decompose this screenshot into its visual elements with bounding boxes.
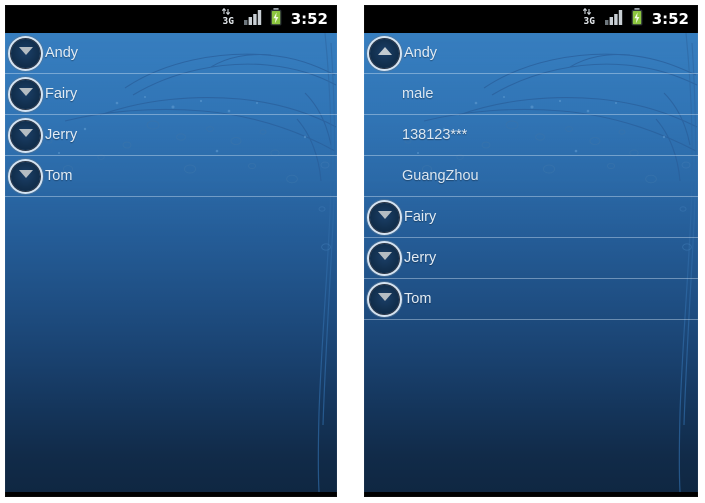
phone-expanded: 3G 3:52 Andy male 138123*** GuangZhou Fa…	[364, 5, 698, 497]
phone-screen-right: Andy male 138123*** GuangZhou Fairy Jerr…	[364, 33, 698, 492]
status-bar-right: 3G 3:52	[364, 5, 698, 33]
group-label: Jerry	[404, 249, 437, 266]
list-group-row[interactable]: Andy	[5, 33, 337, 74]
chevron-down-circle-icon[interactable]	[11, 161, 40, 191]
status-bar-clock: 3:52	[290, 9, 328, 28]
group-label: Tom	[404, 290, 432, 307]
list-group-row[interactable]: Fairy	[364, 197, 698, 238]
screenshot-canvas: 3G 3:52 Andy Fairy Jerry Tom 3G 3:52 And…	[0, 0, 705, 503]
group-label: Andy	[45, 44, 79, 61]
3g-data-icon: 3G	[221, 7, 237, 31]
list-child-row[interactable]: GuangZhou	[364, 156, 698, 197]
signal-bars-icon	[604, 9, 624, 30]
chevron-down-circle-icon[interactable]	[11, 79, 40, 109]
list-group-row[interactable]: Tom	[5, 156, 337, 197]
svg-text:3G: 3G	[583, 16, 595, 26]
phone-collapsed: 3G 3:52 Andy Fairy Jerry Tom	[5, 5, 337, 497]
group-label: Fairy	[45, 85, 78, 102]
status-bar-clock: 3:52	[651, 9, 689, 28]
list-group-row[interactable]: Jerry	[364, 238, 698, 279]
chevron-up-circle-icon[interactable]	[370, 38, 399, 68]
list-group-row[interactable]: Fairy	[5, 74, 337, 115]
battery-charging-icon	[270, 7, 282, 31]
phone-screen-left: Andy Fairy Jerry Tom	[5, 33, 337, 492]
3g-data-icon: 3G	[582, 7, 598, 31]
group-label: Fairy	[404, 208, 437, 225]
group-label: Tom	[45, 167, 73, 184]
list-group-row[interactable]: Andy	[364, 33, 698, 74]
list-child-row[interactable]: male	[364, 74, 698, 115]
battery-charging-icon	[631, 7, 643, 31]
chevron-down-circle-icon[interactable]	[370, 202, 399, 232]
svg-text:3G: 3G	[222, 16, 234, 26]
group-label: Jerry	[45, 126, 78, 143]
group-label: Andy	[404, 44, 438, 61]
expandable-list-right[interactable]: Andy male 138123*** GuangZhou Fairy Jerr…	[364, 33, 698, 320]
child-label: 138123***	[402, 126, 468, 143]
chevron-down-circle-icon[interactable]	[370, 284, 399, 314]
list-group-row[interactable]: Tom	[364, 279, 698, 320]
status-bar-left: 3G 3:52	[5, 5, 337, 33]
expandable-list-left[interactable]: Andy Fairy Jerry Tom	[5, 33, 337, 197]
chevron-down-circle-icon[interactable]	[11, 120, 40, 150]
signal-bars-icon	[243, 9, 263, 30]
chevron-down-circle-icon[interactable]	[370, 243, 399, 273]
list-child-row[interactable]: 138123***	[364, 115, 698, 156]
child-label: GuangZhou	[402, 167, 479, 184]
list-group-row[interactable]: Jerry	[5, 115, 337, 156]
chevron-down-circle-icon[interactable]	[11, 38, 40, 68]
child-label: male	[402, 85, 434, 102]
